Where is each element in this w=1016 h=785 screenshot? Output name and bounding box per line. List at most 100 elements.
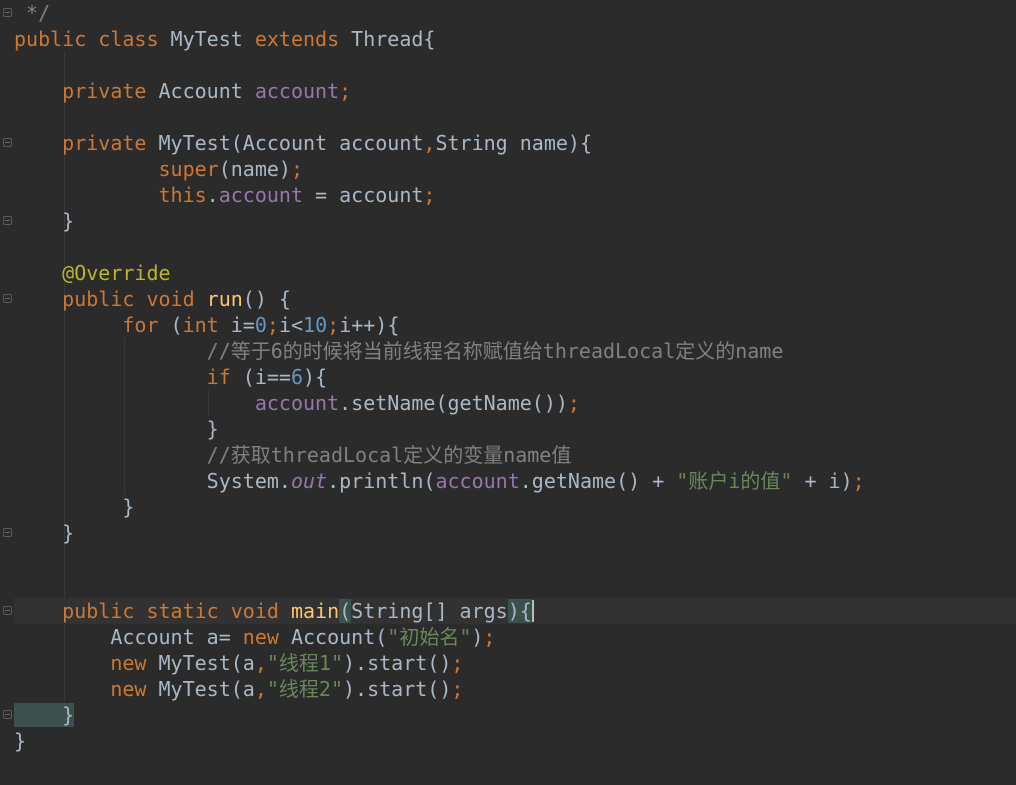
code-token: = account — [303, 183, 424, 207]
code-token: MyTest(a — [158, 651, 255, 675]
code-token: } — [14, 703, 75, 727]
code-token: //等于6的时候将当前线程名称赋值给threadLocal定义的name — [14, 339, 784, 363]
code-token: } — [14, 209, 75, 233]
code-token: ; — [327, 313, 340, 337]
code-token: public static void — [14, 599, 291, 623]
fold-toggle-icon[interactable] — [3, 138, 12, 147]
code-token: for — [14, 313, 171, 337]
code-token: //获取threadLocal定义的变量name值 — [14, 443, 572, 467]
code-token: ; — [339, 79, 352, 103]
code-line[interactable]: if (i==6){ — [14, 364, 1016, 390]
code-token: this — [14, 183, 207, 207]
code-token: () { — [242, 287, 291, 311]
code-line[interactable]: private MyTest(Account account,String na… — [14, 130, 1016, 156]
code-token: account — [254, 391, 340, 415]
fold-toggle-icon[interactable] — [3, 294, 12, 303]
code-line[interactable]: account.setName(getName()); — [14, 390, 1016, 416]
code-token: ).start() — [343, 651, 452, 675]
code-token: new — [14, 651, 159, 675]
code-line[interactable]: } — [14, 520, 1016, 546]
code-token: ; — [852, 469, 865, 493]
code-token: , — [254, 651, 267, 675]
code-line[interactable]: //获取threadLocal定义的变量name值 — [14, 442, 1016, 468]
code-token: account — [435, 469, 520, 493]
code-token: account — [218, 183, 303, 207]
fold-gutter[interactable] — [0, 0, 14, 785]
code-token: "初始名" — [387, 625, 472, 649]
code-line[interactable]: } — [14, 416, 1016, 442]
code-token: System. — [14, 469, 291, 493]
code-token: super — [14, 157, 219, 181]
code-token: , — [254, 677, 267, 701]
code-token: ; — [483, 625, 496, 649]
code-line[interactable]: private Account account; — [14, 78, 1016, 104]
code-token: i++){ — [339, 313, 400, 337]
code-token: private — [14, 131, 159, 155]
code-token: Account( — [290, 625, 388, 649]
code-line[interactable]: */ — [14, 0, 1016, 26]
code-line[interactable]: } — [14, 208, 1016, 234]
fold-toggle-icon[interactable] — [3, 528, 12, 537]
code-line[interactable] — [14, 546, 1016, 572]
code-line[interactable]: } — [14, 702, 1016, 728]
code-token: String name){ — [435, 131, 592, 155]
code-token: ( — [339, 599, 352, 623]
code-token: "线程2" — [266, 677, 343, 701]
code-token: , — [423, 131, 436, 155]
code-line[interactable] — [14, 104, 1016, 130]
code-token: ( — [170, 313, 183, 337]
code-token: public class — [14, 27, 171, 51]
code-line[interactable] — [14, 234, 1016, 260]
code-line[interactable]: public class MyTest extends Thread{ — [14, 26, 1016, 52]
code-token: ; — [451, 651, 464, 675]
code-token: i= — [230, 313, 255, 337]
code-token: String[] args — [351, 599, 508, 623]
code-line[interactable]: new MyTest(a,"线程2").start(); — [14, 676, 1016, 702]
code-token: .setName(getName()) — [339, 391, 568, 415]
code-token: MyTest(Account account — [158, 131, 424, 155]
code-line[interactable]: //等于6的时候将当前线程名称赋值给threadLocal定义的name — [14, 338, 1016, 364]
code-line[interactable] — [14, 52, 1016, 78]
code-line[interactable]: this.account = account; — [14, 182, 1016, 208]
code-editor[interactable]: */public class MyTest extends Thread{ pr… — [0, 0, 1016, 785]
code-token: . — [206, 183, 219, 207]
code-token: "线程1" — [266, 651, 343, 675]
code-token: } — [14, 495, 135, 519]
code-line[interactable]: public static void main(String[] args){ — [14, 598, 1016, 624]
code-token: ){ — [303, 365, 328, 389]
code-token: MyTest(a — [158, 677, 255, 701]
code-token: new — [14, 677, 159, 701]
code-line[interactable]: for (int i=0;i<10;i++){ — [14, 312, 1016, 338]
code-line[interactable]: new MyTest(a,"线程1").start(); — [14, 650, 1016, 676]
code-line[interactable]: } — [14, 494, 1016, 520]
fold-toggle-icon[interactable] — [3, 606, 12, 615]
text-caret — [531, 600, 534, 622]
code-token: i< — [278, 313, 304, 337]
code-token: (name) — [218, 157, 291, 181]
code-line[interactable]: } — [14, 728, 1016, 754]
code-line[interactable]: Account a= new Account("初始名"); — [14, 624, 1016, 650]
code-token: */ — [14, 1, 51, 25]
code-token: ; — [451, 677, 464, 701]
code-token: @Override — [14, 261, 171, 285]
code-line[interactable]: public void run() { — [14, 286, 1016, 312]
code-token: int — [182, 313, 231, 337]
code-token: ; — [266, 313, 279, 337]
code-token: .getName() + — [519, 469, 677, 493]
fold-toggle-icon[interactable] — [3, 710, 12, 719]
code-token: (i== — [242, 365, 291, 389]
fold-toggle-icon[interactable] — [3, 216, 12, 225]
code-token: ) — [471, 625, 484, 649]
code-line[interactable]: @Override — [14, 260, 1016, 286]
code-token: 0 — [254, 313, 267, 337]
code-line[interactable]: System.out.println(account.getName() + "… — [14, 468, 1016, 494]
code-token: + i) — [792, 469, 853, 493]
code-token: MyTest — [170, 27, 255, 51]
code-line[interactable]: super(name); — [14, 156, 1016, 182]
code-token: ).start() — [343, 677, 452, 701]
fold-toggle-icon[interactable] — [3, 8, 12, 17]
code-token: ){ — [507, 599, 532, 623]
code-token: Account — [158, 79, 255, 103]
code-line[interactable] — [14, 572, 1016, 598]
